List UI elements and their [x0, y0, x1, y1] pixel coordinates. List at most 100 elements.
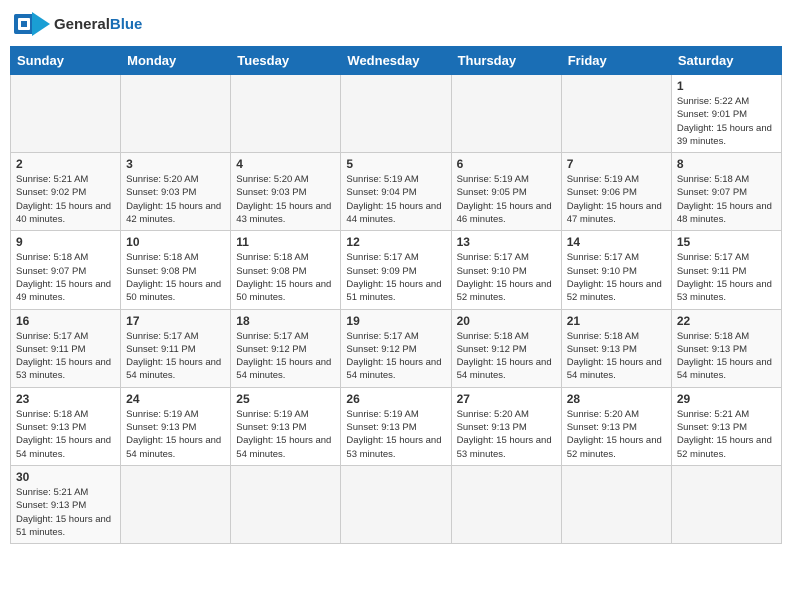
- header-cell-saturday: Saturday: [671, 47, 781, 75]
- day-info: Sunrise: 5:19 AMSunset: 9:13 PMDaylight:…: [236, 408, 335, 461]
- day-info: Sunrise: 5:18 AMSunset: 9:07 PMDaylight:…: [677, 173, 776, 226]
- logo-text: GeneralBlue: [54, 16, 142, 33]
- header: GeneralBlue: [10, 10, 782, 38]
- day-cell: 14Sunrise: 5:17 AMSunset: 9:10 PMDayligh…: [561, 231, 671, 309]
- day-cell: 3Sunrise: 5:20 AMSunset: 9:03 PMDaylight…: [121, 153, 231, 231]
- day-cell: 13Sunrise: 5:17 AMSunset: 9:10 PMDayligh…: [451, 231, 561, 309]
- day-cell: 5 Sunrise: 5:19 AMSunset: 9:04 PMDaylight…: [341, 153, 451, 231]
- day-cell: 30Sunrise: 5:21 AMSunset: 9:13 PMDayligh…: [11, 465, 121, 543]
- day-number: 1: [677, 79, 776, 93]
- day-cell: [121, 75, 231, 153]
- day-info: Sunrise: 5:18 AMSunset: 9:13 PMDaylight:…: [567, 330, 666, 383]
- day-cell: 26 Sunrise: 5:19 AMSunset: 9:13 PMDayligh…: [341, 387, 451, 465]
- day-number: 24: [126, 392, 225, 406]
- day-info: Sunrise: 5:18 AMSunset: 9:07 PMDaylight:…: [16, 251, 115, 304]
- day-number: 2: [16, 157, 115, 171]
- day-number: 27: [457, 392, 556, 406]
- day-cell: 8 Sunrise: 5:18 AMSunset: 9:07 PMDaylight…: [671, 153, 781, 231]
- day-cell: 2 Sunrise: 5:21 AMSunset: 9:02 PMDaylight…: [11, 153, 121, 231]
- week-row-5: 30Sunrise: 5:21 AMSunset: 9:13 PMDayligh…: [11, 465, 782, 543]
- day-number: 17: [126, 314, 225, 328]
- day-cell: [451, 465, 561, 543]
- day-number: 3: [126, 157, 225, 171]
- day-info: Sunrise: 5:20 AMSunset: 9:03 PMDaylight:…: [236, 173, 335, 226]
- calendar-header: SundayMondayTuesdayWednesdayThursdayFrid…: [11, 47, 782, 75]
- day-number: 15: [677, 235, 776, 249]
- day-info: Sunrise: 5:20 AMSunset: 9:13 PMDaylight:…: [457, 408, 556, 461]
- day-cell: 6 Sunrise: 5:19 AMSunset: 9:05 PMDaylight…: [451, 153, 561, 231]
- day-number: 7: [567, 157, 666, 171]
- day-cell: [451, 75, 561, 153]
- day-cell: 28 Sunrise: 5:20 AMSunset: 9:13 PMDayligh…: [561, 387, 671, 465]
- day-info: Sunrise: 5:19 AMSunset: 9:13 PMDaylight:…: [346, 408, 445, 461]
- day-cell: [231, 75, 341, 153]
- day-number: 21: [567, 314, 666, 328]
- day-cell: 9 Sunrise: 5:18 AMSunset: 9:07 PMDaylight…: [11, 231, 121, 309]
- day-info: Sunrise: 5:19 AMSunset: 9:13 PMDaylight:…: [126, 408, 225, 461]
- header-cell-friday: Friday: [561, 47, 671, 75]
- day-cell: [11, 75, 121, 153]
- day-cell: [341, 75, 451, 153]
- day-cell: 20 Sunrise: 5:18 AMSunset: 9:12 PMDayligh…: [451, 309, 561, 387]
- day-number: 9: [16, 235, 115, 249]
- day-cell: 29 Sunrise: 5:21 AMSunset: 9:13 PMDayligh…: [671, 387, 781, 465]
- day-cell: [671, 465, 781, 543]
- day-number: 12: [346, 235, 445, 249]
- day-number: 29: [677, 392, 776, 406]
- day-number: 19: [346, 314, 445, 328]
- day-info: Sunrise: 5:18 AMSunset: 9:13 PMDaylight:…: [677, 330, 776, 383]
- header-cell-monday: Monday: [121, 47, 231, 75]
- day-cell: 12 Sunrise: 5:17 AMSunset: 9:09 PMDayligh…: [341, 231, 451, 309]
- day-info: Sunrise: 5:18 AMSunset: 9:12 PMDaylight:…: [457, 330, 556, 383]
- day-number: 30: [16, 470, 115, 484]
- day-info: Sunrise: 5:19 AMSunset: 9:04 PMDaylight:…: [346, 173, 445, 226]
- day-number: 20: [457, 314, 556, 328]
- logo: GeneralBlue: [14, 10, 142, 38]
- day-info: Sunrise: 5:20 AMSunset: 9:13 PMDaylight:…: [567, 408, 666, 461]
- day-number: 5: [346, 157, 445, 171]
- header-cell-sunday: Sunday: [11, 47, 121, 75]
- day-info: Sunrise: 5:19 AMSunset: 9:05 PMDaylight:…: [457, 173, 556, 226]
- day-cell: 25Sunrise: 5:19 AMSunset: 9:13 PMDayligh…: [231, 387, 341, 465]
- day-cell: 16 Sunrise: 5:17 AMSunset: 9:11 PMDayligh…: [11, 309, 121, 387]
- day-cell: 15 Sunrise: 5:17 AMSunset: 9:11 PMDayligh…: [671, 231, 781, 309]
- calendar-body: 1 Sunrise: 5:22 AMSunset: 9:01 PMDaylight…: [11, 75, 782, 544]
- day-info: Sunrise: 5:17 AMSunset: 9:11 PMDaylight:…: [126, 330, 225, 383]
- day-number: 11: [236, 235, 335, 249]
- day-info: Sunrise: 5:22 AMSunset: 9:01 PMDaylight:…: [677, 95, 776, 148]
- day-number: 26: [346, 392, 445, 406]
- day-info: Sunrise: 5:21 AMSunset: 9:02 PMDaylight:…: [16, 173, 115, 226]
- logo-icon: [14, 10, 50, 38]
- day-cell: [231, 465, 341, 543]
- day-info: Sunrise: 5:19 AMSunset: 9:06 PMDaylight:…: [567, 173, 666, 226]
- day-cell: 24 Sunrise: 5:19 AMSunset: 9:13 PMDayligh…: [121, 387, 231, 465]
- header-cell-tuesday: Tuesday: [231, 47, 341, 75]
- day-number: 28: [567, 392, 666, 406]
- day-cell: 22 Sunrise: 5:18 AMSunset: 9:13 PMDayligh…: [671, 309, 781, 387]
- day-info: Sunrise: 5:17 AMSunset: 9:10 PMDaylight:…: [457, 251, 556, 304]
- day-number: 10: [126, 235, 225, 249]
- day-number: 23: [16, 392, 115, 406]
- day-number: 6: [457, 157, 556, 171]
- week-row-2: 9 Sunrise: 5:18 AMSunset: 9:07 PMDaylight…: [11, 231, 782, 309]
- day-number: 16: [16, 314, 115, 328]
- day-number: 22: [677, 314, 776, 328]
- header-cell-wednesday: Wednesday: [341, 47, 451, 75]
- calendar-table: SundayMondayTuesdayWednesdayThursdayFrid…: [10, 46, 782, 544]
- day-info: Sunrise: 5:17 AMSunset: 9:12 PMDaylight:…: [346, 330, 445, 383]
- header-row: SundayMondayTuesdayWednesdayThursdayFrid…: [11, 47, 782, 75]
- day-number: 4: [236, 157, 335, 171]
- day-cell: 23Sunrise: 5:18 AMSunset: 9:13 PMDayligh…: [11, 387, 121, 465]
- day-info: Sunrise: 5:17 AMSunset: 9:11 PMDaylight:…: [16, 330, 115, 383]
- day-cell: [341, 465, 451, 543]
- day-number: 8: [677, 157, 776, 171]
- day-cell: 27 Sunrise: 5:20 AMSunset: 9:13 PMDayligh…: [451, 387, 561, 465]
- day-cell: [561, 75, 671, 153]
- day-cell: 18Sunrise: 5:17 AMSunset: 9:12 PMDayligh…: [231, 309, 341, 387]
- day-cell: 10Sunrise: 5:18 AMSunset: 9:08 PMDayligh…: [121, 231, 231, 309]
- day-info: Sunrise: 5:17 AMSunset: 9:11 PMDaylight:…: [677, 251, 776, 304]
- day-number: 14: [567, 235, 666, 249]
- day-number: 18: [236, 314, 335, 328]
- day-info: Sunrise: 5:17 AMSunset: 9:09 PMDaylight:…: [346, 251, 445, 304]
- day-info: Sunrise: 5:21 AMSunset: 9:13 PMDaylight:…: [677, 408, 776, 461]
